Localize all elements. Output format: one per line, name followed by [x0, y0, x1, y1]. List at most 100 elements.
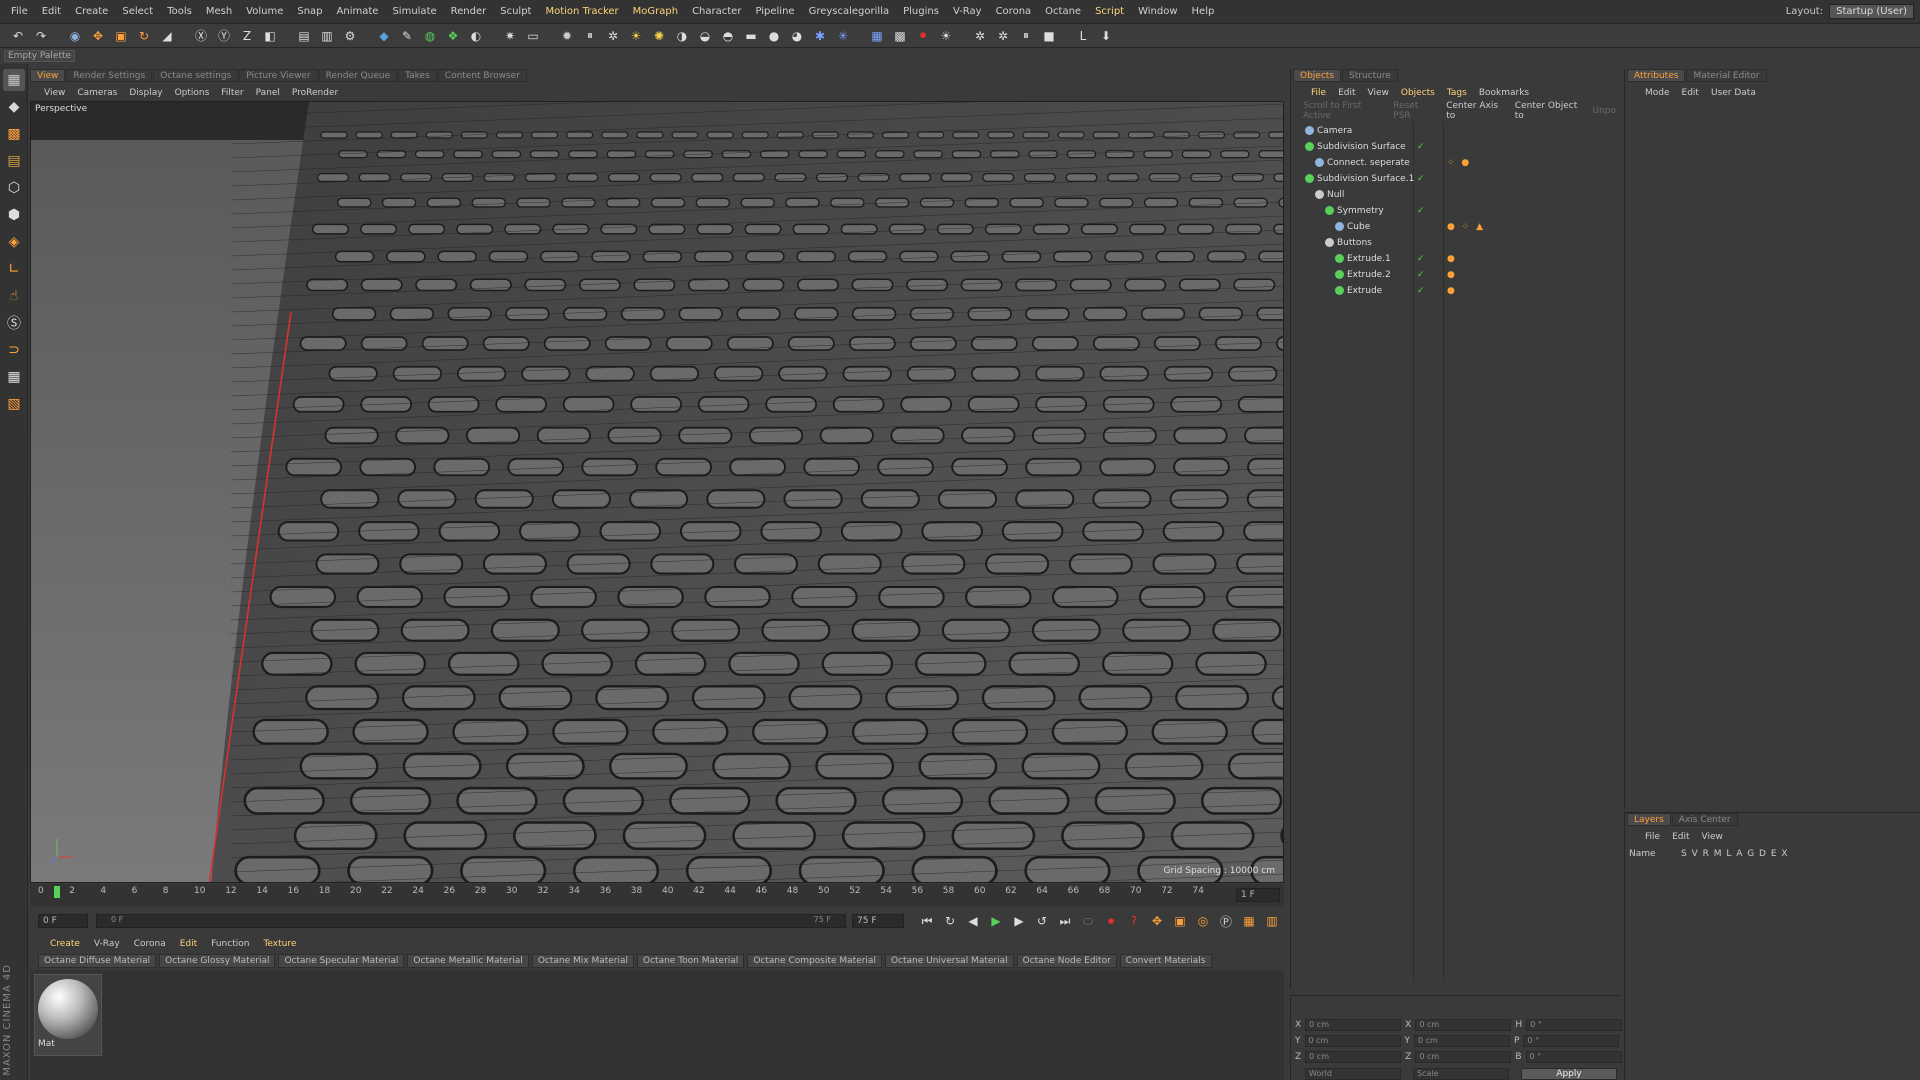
sky-icon[interactable]: ◑	[672, 26, 692, 46]
octane-icon[interactable]: ✹	[557, 26, 577, 46]
go-to-start-icon[interactable]: ⏮	[918, 912, 936, 930]
dark-ball-icon[interactable]: ◕	[787, 26, 807, 46]
camera-icon[interactable]: ▭	[523, 26, 543, 46]
coord-position-field[interactable]: 0 cm	[1305, 1051, 1402, 1063]
x-axis-icon[interactable]: Ⓧ	[191, 26, 211, 46]
next-frame-icon[interactable]: ▶	[1010, 912, 1028, 930]
octane-mix-material-button[interactable]: Octane Mix Material	[531, 954, 635, 968]
object-row[interactable]: Camera	[1291, 123, 1621, 138]
download-icon[interactable]: ⬇	[1096, 26, 1116, 46]
y-axis-icon[interactable]: Ⓨ	[214, 26, 234, 46]
menu-motion-tracker[interactable]: Motion Tracker	[538, 0, 625, 24]
center-axis-to-button[interactable]: Center Axis to	[1442, 101, 1505, 121]
coord-size-field[interactable]: 0 cm	[1415, 1019, 1512, 1031]
menu-character[interactable]: Character	[685, 0, 748, 24]
coord-rotation-field[interactable]: 0 °	[1526, 1019, 1623, 1031]
objects-menu-edit[interactable]: Edit	[1338, 88, 1355, 98]
object-row[interactable]: Cube ● ⁘ ▲	[1291, 219, 1621, 234]
tab-takes[interactable]: Takes	[398, 69, 437, 82]
param-key-icon[interactable]: Ⓟ	[1217, 912, 1235, 930]
tab-view[interactable]: View	[30, 69, 66, 82]
scale-icon[interactable]: ▣	[111, 26, 131, 46]
object-row[interactable]: Buttons	[1291, 235, 1621, 250]
menu-sculpt[interactable]: Sculpt	[493, 0, 538, 24]
material-menu-edit[interactable]: Edit	[180, 939, 197, 949]
grid-icon[interactable]: ▦	[867, 26, 887, 46]
object-row[interactable]: Null	[1291, 187, 1621, 202]
object-tags[interactable]: ⁘ ●	[1447, 158, 1471, 168]
timeline-view-icon[interactable]: ▥	[1263, 912, 1281, 930]
material-menu-create[interactable]: Create	[50, 939, 80, 949]
object-tags[interactable]: ● ⁘ ▲	[1447, 222, 1485, 232]
view-menu-view[interactable]: View	[44, 88, 65, 98]
objects-menu-objects[interactable]: Objects	[1401, 88, 1435, 98]
object-visibility-flags[interactable]: ✓	[1417, 254, 1426, 264]
rotate-icon[interactable]: ↻	[134, 26, 154, 46]
tab-render-queue[interactable]: Render Queue	[318, 69, 398, 82]
unpo-button[interactable]: Unpo	[1588, 106, 1620, 116]
object-visibility-flags[interactable]: ✓	[1417, 270, 1426, 280]
objects-menu-bookmarks[interactable]: Bookmarks	[1479, 88, 1529, 98]
tab-material-editor[interactable]: Material Editor	[1686, 69, 1767, 82]
object-row[interactable]: Subdivision Surface.1 ✓	[1291, 171, 1621, 186]
l0-icon[interactable]: L	[1073, 26, 1093, 46]
loop2-icon[interactable]: ↺	[1033, 912, 1051, 930]
tab-content-browser[interactable]: Content Browser	[437, 69, 527, 82]
coord-mode-select[interactable]: World	[1305, 1068, 1401, 1080]
sphere-icon[interactable]: ◒	[695, 26, 715, 46]
object-tags[interactable]: ●	[1447, 270, 1457, 280]
menu-mesh[interactable]: Mesh	[199, 0, 239, 24]
live-select-icon[interactable]: ◉	[65, 26, 85, 46]
layers-menu-view[interactable]: View	[1702, 832, 1723, 842]
cube-icon[interactable]: ◆	[374, 26, 394, 46]
tweak-icon[interactable]: ☝	[3, 285, 25, 307]
object-visibility-flags[interactable]: ✓	[1417, 286, 1426, 296]
record-icon[interactable]: ⏺	[1102, 912, 1120, 930]
menu-edit[interactable]: Edit	[35, 0, 68, 24]
scene-icon[interactable]: ✷	[500, 26, 520, 46]
star2-icon[interactable]: ✳	[833, 26, 853, 46]
render-picture-viewer-icon[interactable]: ▥	[317, 26, 337, 46]
menu-volume[interactable]: Volume	[239, 0, 290, 24]
scale-key-icon[interactable]: ▣	[1171, 912, 1189, 930]
menu-help[interactable]: Help	[1185, 0, 1222, 24]
tab-octane-settings[interactable]: Octane settings	[153, 69, 239, 82]
prev-frame-icon[interactable]: ◀	[964, 912, 982, 930]
tab-objects[interactable]: Objects	[1293, 69, 1342, 82]
render-settings-icon[interactable]: ⚙	[340, 26, 360, 46]
globe-icon[interactable]: ◓	[718, 26, 738, 46]
center-object-to-button[interactable]: Center Object to	[1511, 101, 1583, 121]
move-key-icon[interactable]: ✥	[1148, 912, 1166, 930]
material-swatch[interactable]: Mat	[34, 974, 102, 1056]
coordinate-system-icon[interactable]: ◧	[260, 26, 280, 46]
texture-mode-icon[interactable]: ▩	[3, 123, 25, 145]
model-mode-icon[interactable]: ◆	[3, 96, 25, 118]
view-menu-panel[interactable]: Panel	[256, 88, 280, 98]
polygons-mode-icon[interactable]: ◈	[3, 231, 25, 253]
empty-palette-label[interactable]: Empty Palette	[4, 50, 76, 62]
reset-psr-button[interactable]: Reset PSR	[1389, 101, 1436, 121]
coord-position-field[interactable]: 0 cm	[1304, 1035, 1401, 1047]
objects-menu-view[interactable]: View	[1368, 88, 1389, 98]
redo-icon[interactable]: ↷	[31, 26, 51, 46]
octane-node-editor-button[interactable]: Octane Node Editor	[1016, 954, 1117, 968]
octane-toon-material-button[interactable]: Octane Toon Material	[637, 954, 745, 968]
convert-materials-button[interactable]: Convert Materials	[1119, 954, 1212, 968]
move-icon[interactable]: ✥	[88, 26, 108, 46]
apply-button[interactable]: Apply	[1521, 1068, 1617, 1080]
attributes-menu-edit[interactable]: Edit	[1682, 88, 1699, 98]
perspective-viewport[interactable]: Perspective Grid Spacing : 10000 cm	[30, 101, 1284, 883]
tab-picture-viewer[interactable]: Picture Viewer	[239, 69, 318, 82]
grid-snap-icon[interactable]: ▦	[3, 366, 25, 388]
edges-mode-icon[interactable]: ⬢	[3, 204, 25, 226]
settings2-icon[interactable]: ✲	[993, 26, 1013, 46]
render-view-icon[interactable]: ▤	[294, 26, 314, 46]
view-menu-prorender[interactable]: ProRender	[292, 88, 338, 98]
objects-menu-file[interactable]: File	[1311, 88, 1326, 98]
octane-universal-material-button[interactable]: Octane Universal Material	[884, 954, 1014, 968]
object-tags[interactable]: ●	[1447, 286, 1457, 296]
menu-greyscalegorilla[interactable]: Greyscalegorilla	[802, 0, 897, 24]
keyframe-icon[interactable]: ⬭	[1079, 912, 1097, 930]
make-editable-icon[interactable]: ▦	[3, 69, 25, 91]
objects-menu-tags[interactable]: Tags	[1447, 88, 1467, 98]
